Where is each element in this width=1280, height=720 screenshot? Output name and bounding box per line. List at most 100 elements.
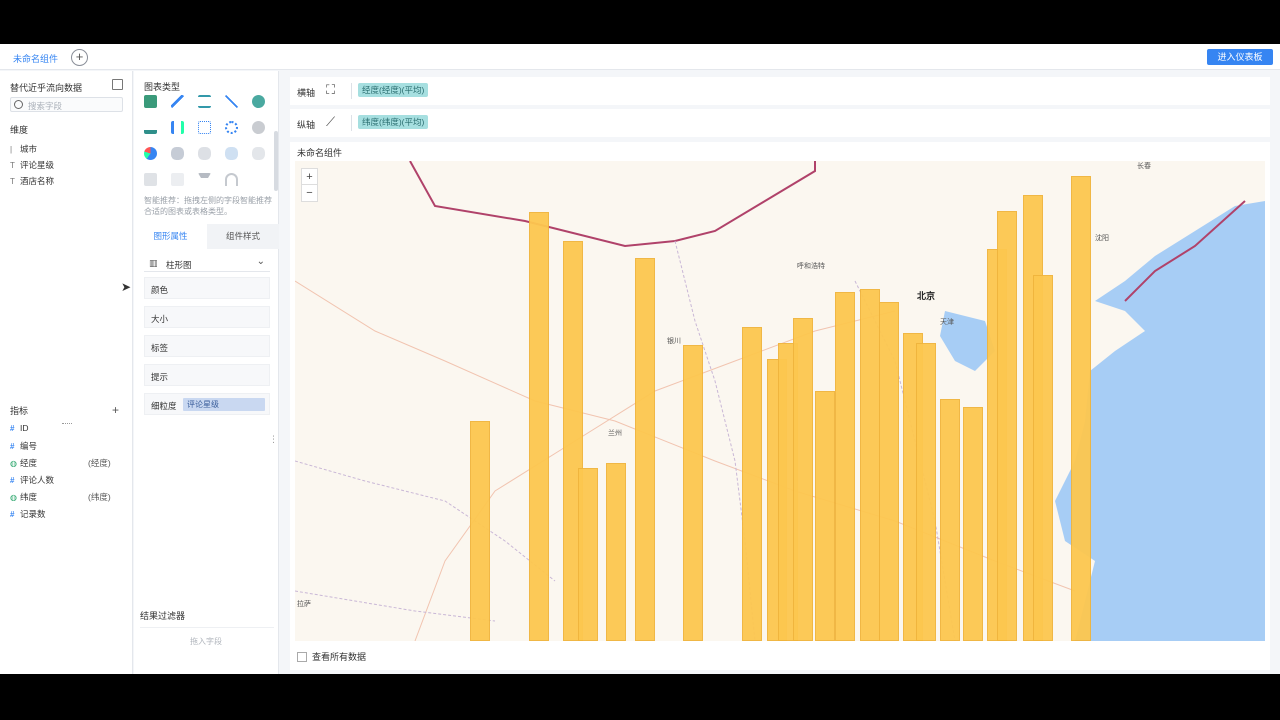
city-label: 北京 [917,291,936,301]
map-bar[interactable] [578,468,598,641]
map-bar[interactable] [1071,176,1091,641]
tab-shape-attributes[interactable]: 图形属性 [134,224,207,249]
pie-chart-icon[interactable] [144,147,157,160]
sphere-chart-icon[interactable] [252,121,265,134]
zoom-out-button[interactable]: − [302,185,317,201]
map-bar[interactable] [742,327,762,641]
bar-chart-icon[interactable] [171,121,184,134]
y-axis-field-pill[interactable]: 纬度(纬度)(平均) [358,115,429,129]
axis-divider [351,115,352,131]
flow-map-icon[interactable] [225,147,238,160]
measure-field[interactable]: # 评论人数 [10,474,54,487]
scatter-chart-icon[interactable] [171,95,184,108]
axis-geo-icon[interactable]: ⛶ [326,82,335,98]
map-bar[interactable] [1033,275,1053,641]
tab-component-style[interactable]: 组件样式 [207,224,279,249]
granularity-property[interactable]: 细粒度 评论星级 [144,393,270,415]
text-field-icon: T [10,161,15,170]
map-bar[interactable] [916,343,936,641]
smart-recommend-tip: 智能推荐：拖拽左侧的字段智能推荐合适的图表或表格类型。 [144,196,272,216]
dimension-field[interactable]: | 城市 [10,143,37,156]
granularity-field-chip[interactable]: 评论星级 [183,398,265,411]
add-field-icon[interactable]: + [112,403,119,417]
ring-chart-icon[interactable] [225,121,238,134]
dimension-field[interactable]: T 评论星级 [10,159,54,172]
plus-circle-icon[interactable]: + [71,49,88,66]
map-bar[interactable] [815,391,835,641]
map-bar[interactable] [606,463,626,641]
text-field-icon: T [10,177,15,186]
map-chart-icon[interactable] [171,147,184,160]
city-label: 呼和浩特 [797,263,825,270]
chevron-down-icon: ⌄ [256,256,265,267]
app-window: 未命名组件 + 进入仪表板 替代近乎流向数据 搜索字段 维度 | 城市 T 评论星级… [0,44,1280,674]
radar-chart-icon[interactable] [252,95,265,108]
tooltip-property[interactable]: 提示 [144,364,270,386]
map-bar[interactable] [879,302,899,641]
field-label: 编号 [20,441,38,451]
filter-placeholder: 拖入字段 [190,637,222,646]
rose-chart-icon[interactable] [171,173,184,186]
map-bar[interactable] [963,407,983,641]
chart-type-select[interactable]: ▥ 柱形图 ⌄ [144,255,270,272]
field-label: 评论人数 [20,475,55,485]
geo-role-tag: (经度) [88,458,111,468]
enter-dashboard-button[interactable]: 进入仪表板 [1207,49,1273,65]
matrix-icon[interactable] [144,173,157,186]
map-bar[interactable] [470,421,490,641]
label-property[interactable]: 标签 [144,335,270,357]
chart-type-value: 柱形图 [166,260,192,270]
measure-field[interactable]: ◍ 纬度 (纬度) [10,491,111,504]
map-bar[interactable] [635,258,655,641]
x-axis-field-pill[interactable]: 经度(经度)(平均) [358,83,429,97]
funnel-chart-icon[interactable] [198,173,211,186]
map-view[interactable]: 北京 天津 呼和浩特 银川 兰州 长春 沈阳 拉萨 + − [295,161,1265,641]
size-property[interactable]: 大小 [144,306,270,328]
stacked-area-icon[interactable] [144,121,157,134]
gauge-chart-icon[interactable] [225,173,238,186]
switch-dataset-icon[interactable] [112,79,123,90]
property-label: 细粒度 [151,401,177,411]
color-property[interactable]: 颜色 [144,277,270,299]
zoom-control: + − [301,168,318,202]
dot-chart-icon[interactable] [198,121,211,134]
map-bar[interactable] [529,212,549,641]
table-chart-icon[interactable] [144,95,157,108]
dimension-field[interactable]: T 酒店名称 [10,175,54,188]
axis-line-icon[interactable]: ⟋ [326,114,335,130]
zoom-in-button[interactable]: + [302,169,317,185]
drag-handle-icon[interactable]: ⋮ [269,434,278,445]
text-field-icon: | [10,145,13,154]
area-chart-icon[interactable] [198,95,211,108]
line-chart-icon[interactable] [225,95,238,108]
field-label: 记录数 [20,509,46,519]
map-bar[interactable] [860,289,880,641]
chart-type-scrollbar[interactable] [274,131,278,191]
heat-map-icon[interactable] [198,147,211,160]
x-axis-label: 横轴 [297,88,316,98]
measure-field[interactable]: # 编号 [10,440,37,453]
checkbox[interactable] [297,651,307,662]
map-bar[interactable] [793,318,813,641]
map-bar[interactable] [940,399,960,641]
measure-field[interactable]: ◍ 经度 (经度) [10,457,111,470]
map-bar[interactable] [683,345,703,641]
top-bar: 未命名组件 + 进入仪表板 [0,44,1280,70]
measure-field[interactable]: # 记录数 [10,508,46,521]
panel-splitter[interactable] [62,423,72,425]
map-bar[interactable] [997,211,1017,641]
city-label: 长春 [1137,163,1151,170]
component-tab[interactable]: 未命名组件 [13,52,58,65]
border-line [409,161,816,248]
field-label: 纬度 [20,492,38,502]
region-map-icon[interactable] [252,147,265,160]
show-all-label: 查看所有数据 [312,652,367,662]
map-bar[interactable] [835,292,855,641]
show-all-data-toggle[interactable]: 查看所有数据 [297,650,366,663]
measure-field[interactable]: # ID [10,423,29,436]
field-label: 酒店名称 [20,176,55,186]
result-filter-dropzone[interactable]: 拖入字段 [140,627,274,669]
attribute-tabs: 图形属性 组件样式 [134,224,279,249]
number-field-icon: # [10,442,15,451]
field-search-input[interactable]: 搜索字段 [10,97,123,112]
